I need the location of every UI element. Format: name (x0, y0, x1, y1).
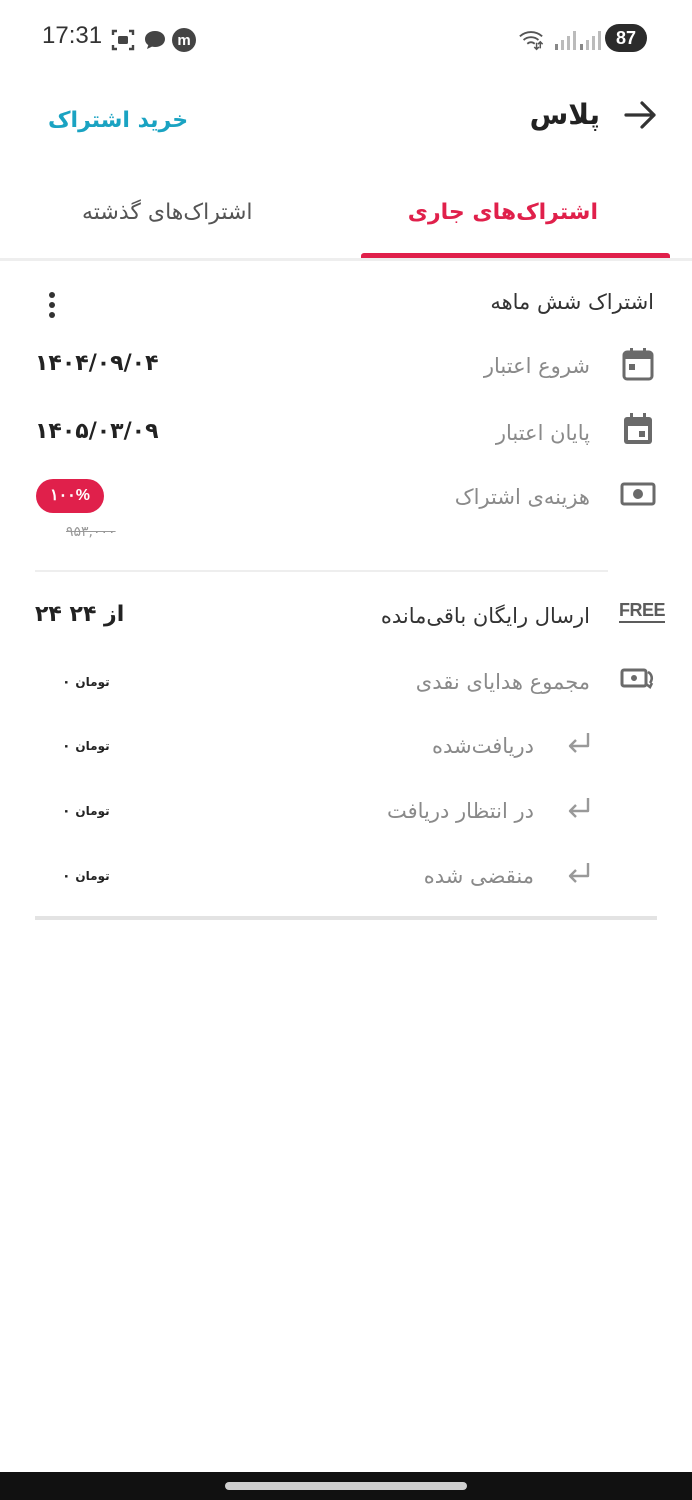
expired-amount: ۰ (62, 868, 71, 884)
cash-gifts-currency: تومان (75, 675, 110, 689)
free-shipping-label: ارسال رایگان باقی‌مانده (380, 604, 590, 628)
cash-gifts-label: مجموع هدایای نقدی (415, 670, 590, 694)
received-amount: ۰ (62, 738, 71, 754)
cashback-icon (620, 668, 654, 689)
status-time: 17:31 (42, 22, 103, 49)
cash-gifts-value: ۰ تومان (62, 674, 110, 690)
tab-past-subscriptions[interactable]: اشتراک‌های گذشته (82, 200, 253, 225)
received-label: دریافت‌شده (431, 734, 534, 758)
end-date-value: ۱۴۰۵/۰۳/۰۹ (35, 419, 159, 444)
cost-label: هزینه‌ی اشتراک (454, 485, 590, 509)
page-title: پلاس (529, 98, 600, 131)
discount-badge: ۱۰۰% (36, 479, 104, 513)
return-arrow-icon (568, 733, 590, 753)
pending-amount: ۰ (62, 803, 71, 819)
end-date-label: پایان اعتبار (495, 421, 590, 445)
expired-currency: تومان (75, 869, 110, 883)
expired-value: ۰ تومان (62, 868, 110, 884)
battery-indicator: 87 (605, 24, 647, 52)
free-shipping-value: ۲۴ از ۲۴ (35, 602, 125, 627)
start-date-label: شروع اعتبار (483, 354, 590, 378)
tab-current-subscriptions[interactable]: اشتراک‌های جاری (408, 200, 598, 225)
received-value: ۰ تومان (62, 738, 110, 754)
screenshot-icon (111, 29, 135, 51)
svg-text:m: m (177, 32, 190, 49)
bottom-divider (35, 916, 657, 920)
tabs-divider (0, 258, 692, 261)
signal-icon (555, 31, 576, 50)
cash-icon (620, 482, 656, 506)
cash-gifts-amount: ۰ (62, 674, 71, 690)
m-app-icon: m (172, 28, 196, 52)
return-arrow-icon (568, 798, 590, 818)
received-currency: تومان (75, 739, 110, 753)
pending-currency: تومان (75, 804, 110, 818)
expired-label: منقضی شده (423, 864, 534, 888)
pending-label: در انتظار دریافت (386, 799, 534, 823)
pending-value: ۰ تومان (62, 803, 110, 819)
calendar-icon (622, 348, 654, 381)
gesture-handle[interactable] (225, 1482, 467, 1490)
message-icon (145, 31, 165, 49)
start-date-value: ۱۴۰۴/۰۹/۰۴ (35, 351, 159, 376)
more-options-icon[interactable] (45, 290, 59, 320)
wifi-icon (519, 31, 544, 51)
return-arrow-icon (568, 863, 590, 883)
original-price: ۹۵۳,۰۰۰ (66, 524, 116, 540)
signal-icon-2 (580, 31, 601, 50)
back-arrow-icon[interactable] (620, 95, 660, 135)
subscription-title: اشتراک شش ماهه (490, 290, 654, 314)
section-divider (35, 570, 608, 572)
calendar-filled-icon (624, 413, 652, 444)
free-shipping-icon: FREE (619, 600, 666, 623)
buy-subscription-link[interactable]: خرید اشتراک (48, 108, 188, 133)
